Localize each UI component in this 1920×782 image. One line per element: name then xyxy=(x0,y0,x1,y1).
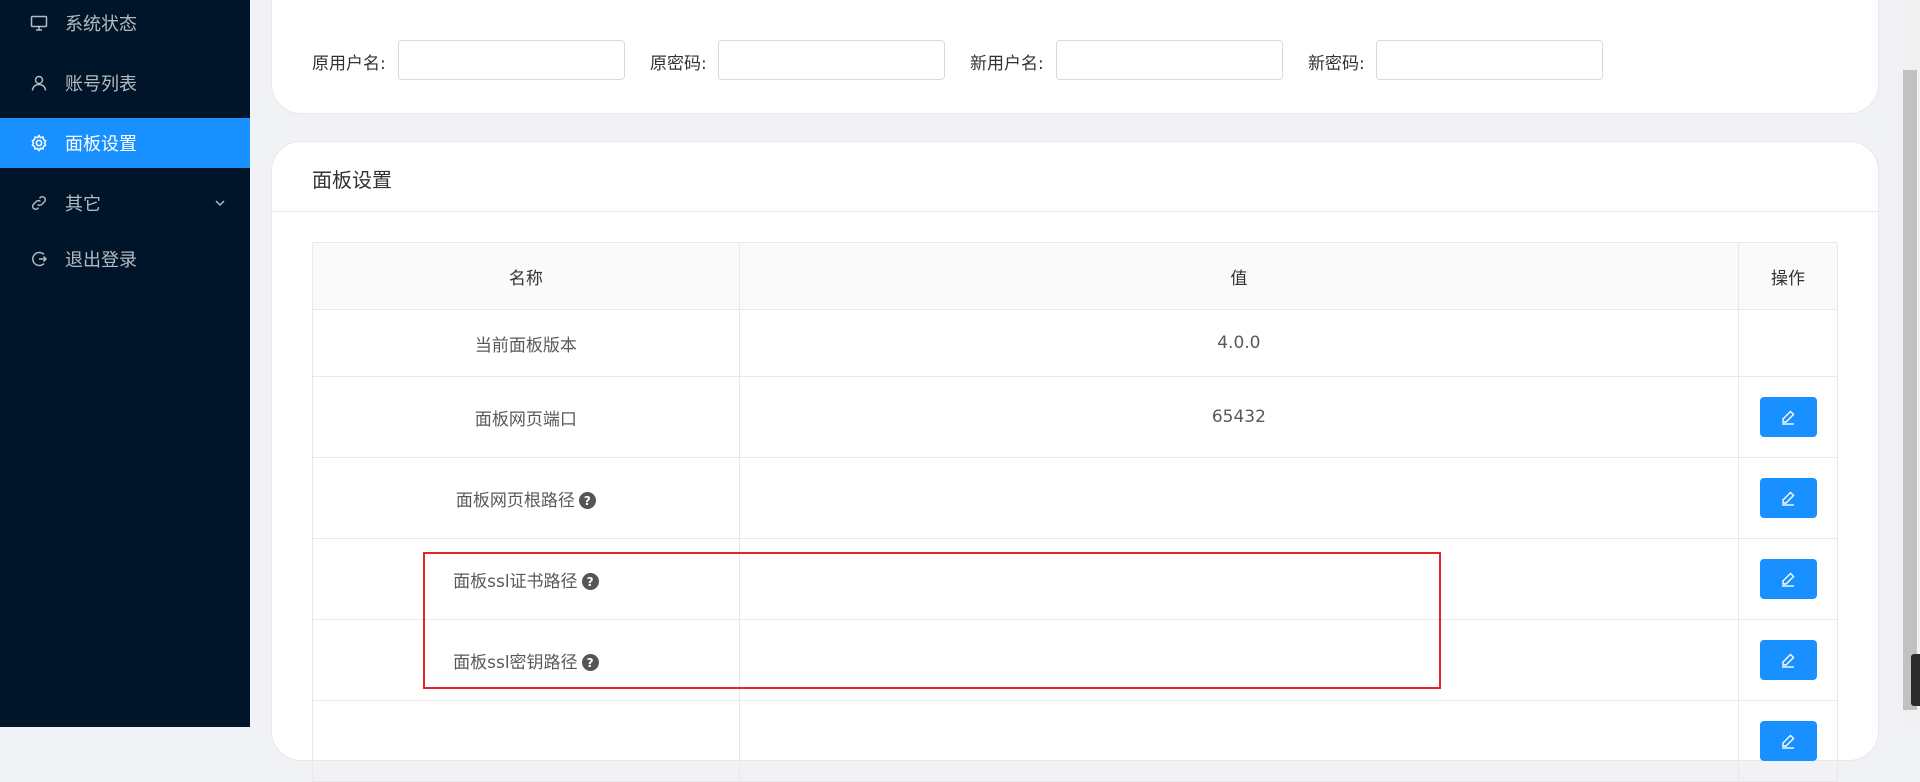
edit-icon xyxy=(1782,653,1795,668)
edit-icon xyxy=(1782,734,1795,749)
setting-action xyxy=(1738,700,1838,782)
panel-title: 面板设置 xyxy=(312,168,392,192)
sidebar: 系统状态 账号列表 面板设置 其它 退出登录 xyxy=(0,0,250,727)
new-password-input[interactable] xyxy=(1376,40,1603,80)
setting-value xyxy=(738,619,1740,701)
setting-name: 面板网页端口 xyxy=(312,376,740,458)
setting-value xyxy=(738,457,1740,539)
setting-action xyxy=(1738,457,1838,539)
edit-icon xyxy=(1782,491,1795,506)
table-row: 面板网页根路径? xyxy=(312,457,1838,539)
panel-settings-card: 面板设置 名称 值 操作 当前面板版本 4.0.0 面板网页端口 65432 面… xyxy=(271,141,1879,782)
sidebar-item-system-status[interactable]: 系统状态 xyxy=(0,0,250,48)
old-username-label: 原用户名: xyxy=(312,54,386,74)
column-header-value: 值 xyxy=(738,242,1740,310)
link-icon xyxy=(30,194,48,212)
old-username-input[interactable] xyxy=(398,40,625,80)
old-password-label: 原密码: xyxy=(650,54,707,74)
setting-name xyxy=(312,700,740,782)
column-header-name: 名称 xyxy=(312,242,740,310)
help-icon[interactable]: ? xyxy=(581,654,599,671)
setting-name: 当前面板版本 xyxy=(312,309,740,377)
table-row xyxy=(312,700,1838,782)
sidebar-item-label: 退出登录 xyxy=(65,250,137,271)
new-password-label: 新密码: xyxy=(1308,54,1365,74)
edit-button[interactable] xyxy=(1759,478,1817,518)
table-row: 面板ssl密钥路径? xyxy=(312,619,1838,701)
setting-action xyxy=(1738,619,1838,701)
setting-action xyxy=(1738,376,1838,458)
column-header-action: 操作 xyxy=(1738,242,1838,310)
gear-icon xyxy=(30,134,48,152)
monitor-icon xyxy=(30,14,48,32)
edit-button[interactable] xyxy=(1759,640,1817,680)
setting-action xyxy=(1738,309,1838,377)
sidebar-item-other[interactable]: 其它 xyxy=(0,178,250,228)
user-icon xyxy=(30,74,48,92)
old-password-input[interactable] xyxy=(718,40,945,80)
setting-action xyxy=(1738,538,1838,620)
sidebar-item-label: 面板设置 xyxy=(65,134,137,155)
setting-value xyxy=(738,700,1740,782)
setting-value: 65432 xyxy=(738,376,1740,458)
edit-button[interactable] xyxy=(1759,397,1817,437)
help-icon[interactable]: ? xyxy=(578,492,596,509)
setting-value xyxy=(738,538,1740,620)
new-username-input[interactable] xyxy=(1056,40,1283,80)
help-icon[interactable]: ? xyxy=(581,573,599,590)
account-form-card: 原用户名: 原密码: 新用户名: 新密码: 修改 xyxy=(271,0,1920,114)
setting-name: 面板ssl证书路径? xyxy=(312,538,740,620)
sidebar-item-account-list[interactable]: 账号列表 xyxy=(0,58,250,108)
sidebar-item-label: 其它 xyxy=(65,194,101,215)
sidebar-item-label: 系统状态 xyxy=(65,14,137,35)
edit-button[interactable] xyxy=(1759,721,1817,761)
new-username-label: 新用户名: xyxy=(970,54,1044,74)
sidebar-item-label: 账号列表 xyxy=(65,74,137,95)
sidebar-item-panel-settings[interactable]: 面板设置 xyxy=(0,118,250,168)
settings-table: 名称 值 操作 当前面板版本 4.0.0 面板网页端口 65432 面板网页根路… xyxy=(312,242,1838,782)
divider xyxy=(272,211,1878,212)
edit-icon xyxy=(1782,572,1795,587)
table-row: 面板网页端口 65432 xyxy=(312,376,1838,458)
setting-name: 面板ssl密钥路径? xyxy=(312,619,740,701)
setting-value: 4.0.0 xyxy=(738,309,1740,377)
edit-icon xyxy=(1782,410,1795,425)
setting-name: 面板网页根路径? xyxy=(312,457,740,539)
scrollbar-thumb[interactable] xyxy=(1903,70,1917,710)
scrollbar-grip xyxy=(1911,654,1920,706)
logout-icon xyxy=(30,250,48,268)
table-row: 面板ssl证书路径? xyxy=(312,538,1838,620)
edit-button[interactable] xyxy=(1759,559,1817,599)
sidebar-item-logout[interactable]: 退出登录 xyxy=(0,234,250,284)
table-row: 当前面板版本 4.0.0 xyxy=(312,309,1838,377)
chevron-down-icon[interactable] xyxy=(212,195,228,211)
